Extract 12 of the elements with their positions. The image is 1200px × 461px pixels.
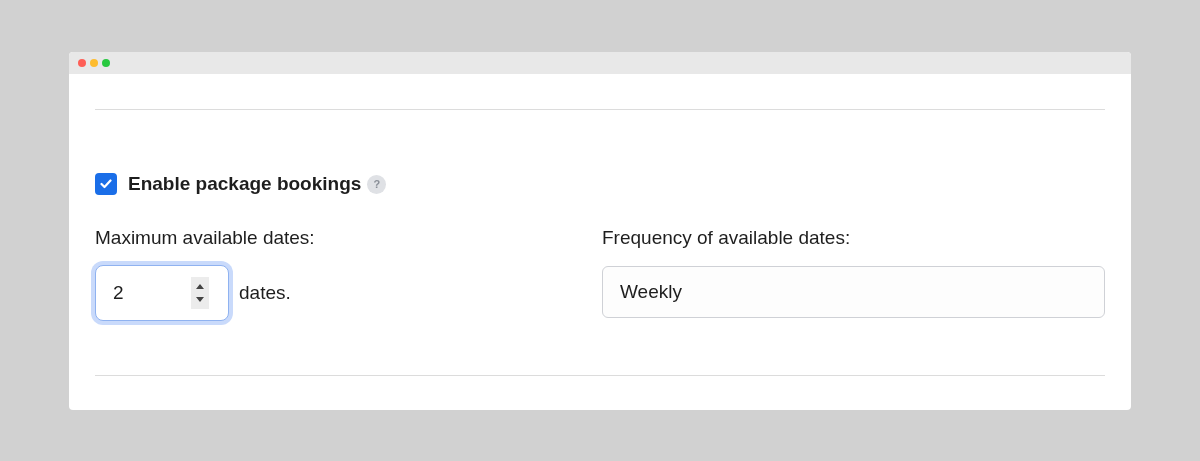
checkbox-label: Enable package bookings <box>128 171 362 196</box>
checkbox[interactable] <box>95 173 117 195</box>
zoom-icon[interactable] <box>102 59 110 67</box>
check-icon <box>100 179 112 189</box>
number-value: 2 <box>113 280 125 305</box>
suffix-text: dates. <box>239 280 291 305</box>
close-icon[interactable] <box>78 59 86 67</box>
field-label: Frequency of available dates: <box>602 226 852 250</box>
input-field[interactable]: Weekly <box>602 266 1105 318</box>
spinner-icon[interactable] <box>191 277 209 309</box>
field-label: Maximum available dates: <box>95 226 316 250</box>
minimize-icon[interactable] <box>90 59 98 67</box>
